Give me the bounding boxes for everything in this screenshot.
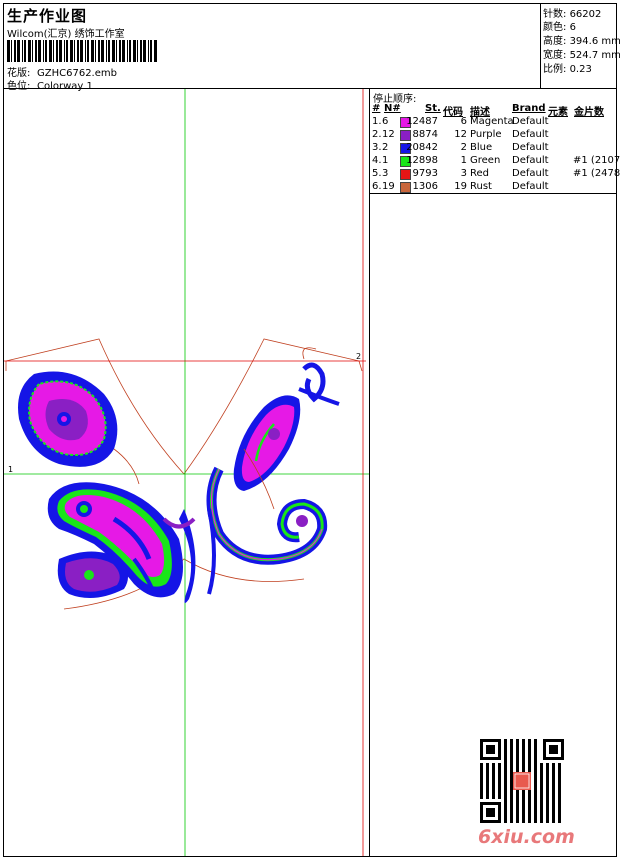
stat-value: 0.23 <box>569 64 592 75</box>
cell-n: 1 <box>382 155 389 166</box>
paisley-right-top <box>233 347 340 491</box>
cell-num: 1. <box>372 116 382 127</box>
col-header-needle: N# <box>384 103 401 114</box>
stat-colors: 颜色: 6 <box>543 18 576 33</box>
cell-n: 2 <box>382 142 389 153</box>
paisley-left-top <box>18 371 140 485</box>
cell-brand: Default <box>512 155 549 166</box>
cell-n: 19 <box>382 181 395 192</box>
cell-desc: Rust <box>470 181 492 192</box>
cell-stitches: 20842 <box>406 142 438 153</box>
cell-brand: Default <box>512 168 549 179</box>
qr-code <box>480 739 564 823</box>
barcode-graphic <box>7 40 157 62</box>
embroidery-design-canvas: 1 2 <box>4 89 369 856</box>
cell-num: 2. <box>372 129 382 140</box>
studio-name: Wilcom(汇京) 绣饰工作室 <box>7 29 125 40</box>
cell-desc: Green <box>470 155 501 166</box>
panel-divider <box>370 193 617 194</box>
cell-brand: Default <box>512 116 549 127</box>
seal-stamp-icon <box>513 772 531 790</box>
cell-num: 3. <box>372 142 382 153</box>
table-row: 2. 12 8874 12 Purple Default <box>370 129 617 142</box>
cell-n: 12 <box>382 129 395 140</box>
cell-code: 1 <box>460 155 467 166</box>
col-header-brand: Brand <box>512 103 546 114</box>
table-row: 1. 6 12487 6 Magenta Default <box>370 116 617 129</box>
table-row: 5. 3 9793 3 Red Default #1 (2478) <box>370 168 620 181</box>
cell-brand: Default <box>512 142 549 153</box>
cell-desc: Purple <box>470 129 502 140</box>
cell-n: 3 <box>382 168 389 179</box>
table-row: 4. 1 12898 1 Green Default #1 (2107) <box>370 155 620 168</box>
cell-code: 2 <box>460 142 467 153</box>
page-title: 生产作业图 <box>7 7 88 25</box>
stat-scale: 比例: 0.23 <box>543 60 592 75</box>
stat-width: 宽度: 524.7 mm <box>543 46 620 61</box>
watermark-logo: 6xiu.com <box>478 826 575 848</box>
cell-stitches: 9793 <box>412 168 438 179</box>
cell-desc: Red <box>470 168 489 179</box>
cell-code: 19 <box>454 181 467 192</box>
cell-num: 5. <box>372 168 382 179</box>
cell-sequin: #1 (2478) <box>573 168 620 179</box>
stats-box: 针数: 66202 颜色: 6 高度: 394.6 mm 宽度: 524.7 m… <box>540 4 620 88</box>
cell-num: 6. <box>372 181 382 192</box>
stat-height: 高度: 394.6 mm <box>543 32 620 47</box>
cell-num: 4. <box>372 155 382 166</box>
cell-brand: Default <box>512 181 549 192</box>
color-swatch <box>400 130 411 141</box>
cell-code: 12 <box>454 129 467 140</box>
stat-label: 比例: <box>543 64 567 75</box>
cell-code: 6 <box>460 116 467 127</box>
table-row: 3. 2 20842 2 Blue Default <box>370 142 617 155</box>
header-info: 生产作业图 Wilcom(汇京) 绣饰工作室 花版: GZHC6762.emb 色… <box>4 4 539 92</box>
cell-brand: Default <box>512 129 549 140</box>
cell-stitches: 12898 <box>406 155 438 166</box>
cell-stitches: 1306 <box>412 181 438 192</box>
color-swatch <box>400 169 411 180</box>
cell-sequin: #1 (2107) <box>573 155 620 166</box>
cell-desc: Blue <box>470 142 493 153</box>
guide-marker-2: 2 <box>356 352 361 361</box>
color-swatch <box>400 182 411 193</box>
guide-lines <box>4 89 369 856</box>
cell-desc: Magenta <box>470 116 514 127</box>
guide-marker-1: 1 <box>8 465 13 474</box>
col-header-stitches: St. <box>425 103 441 114</box>
cell-code: 3 <box>460 168 467 179</box>
cell-n: 6 <box>382 116 389 127</box>
cell-stitches: 12487 <box>406 116 438 127</box>
cell-stitches: 8874 <box>412 129 438 140</box>
col-header-num: # <box>372 103 381 114</box>
